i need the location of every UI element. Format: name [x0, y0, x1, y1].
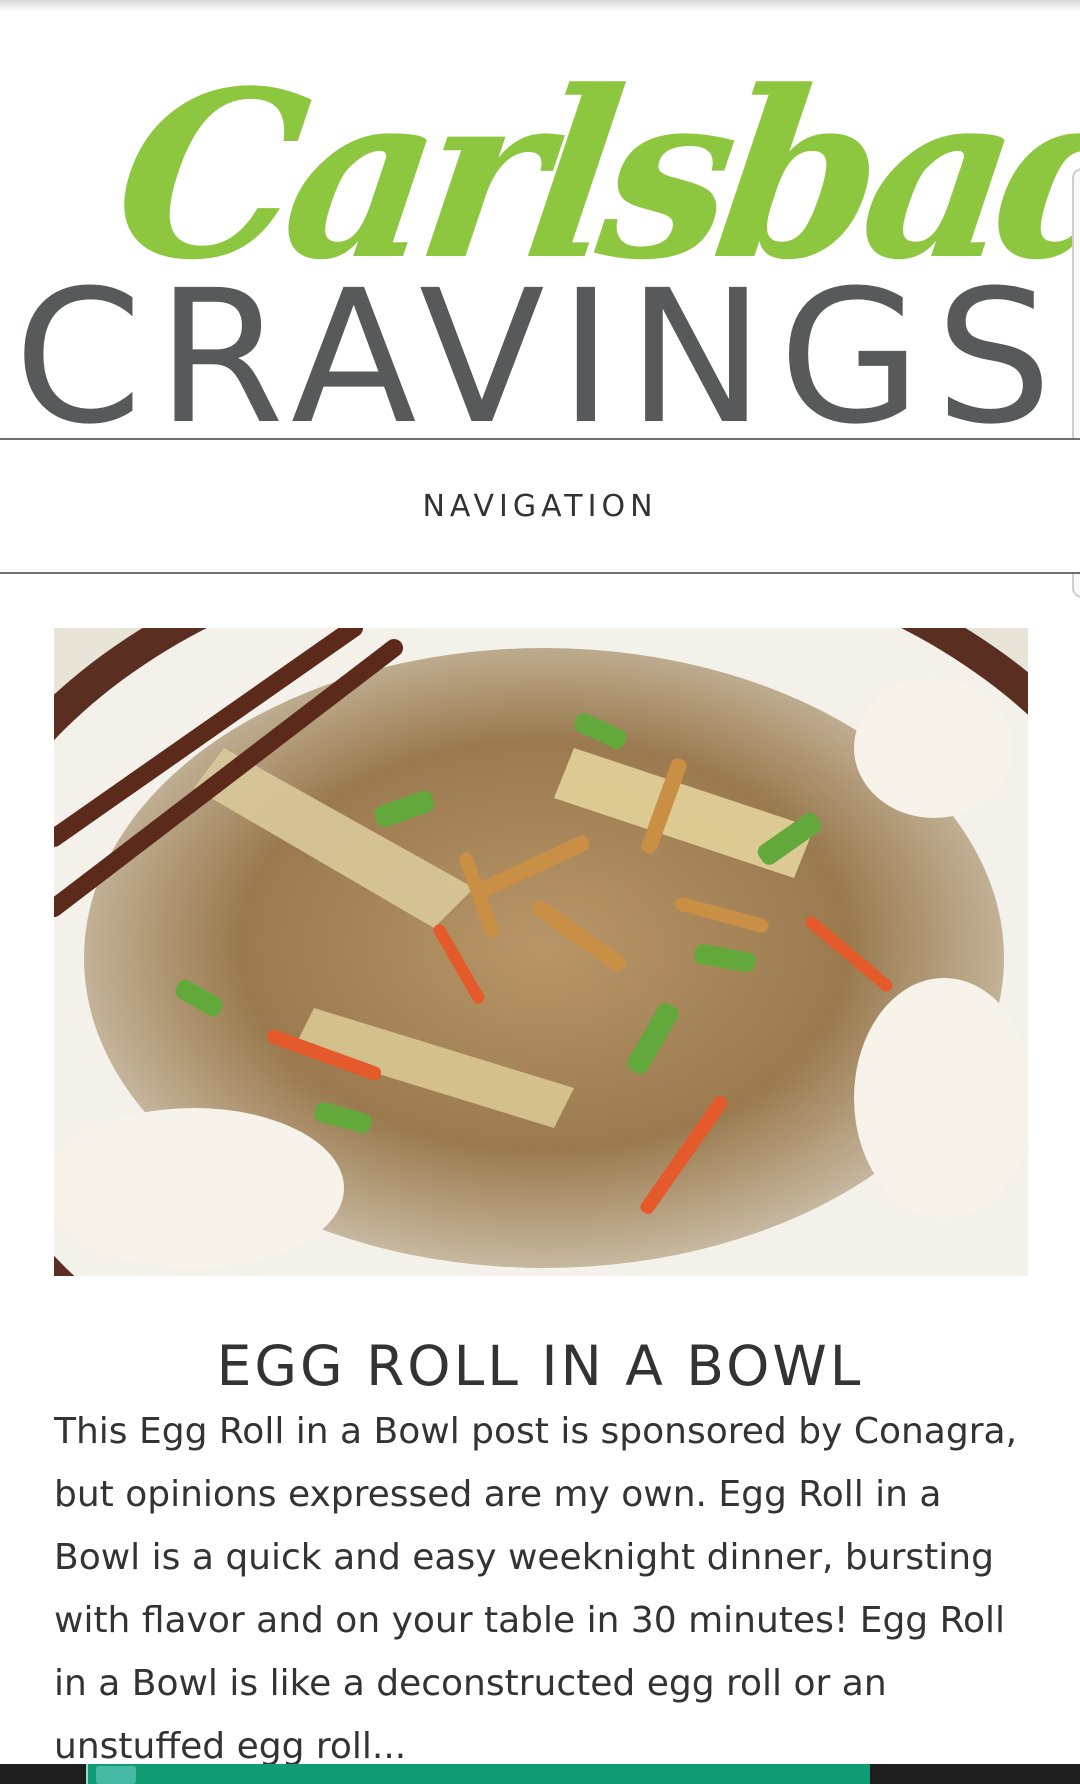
navigation-label: NAVIGATION	[422, 488, 658, 524]
ad-banner[interactable]	[86, 1764, 870, 1784]
navigation-menu-toggle[interactable]: NAVIGATION	[0, 438, 1080, 574]
featured-image[interactable]	[54, 628, 1028, 1276]
egg-roll-bowl-image	[54, 628, 1028, 1276]
logo-word-text: CRAVINGS	[13, 251, 1067, 465]
site-logo[interactable]: Carlsbad CRAVINGS	[0, 18, 1080, 458]
ad-choices-icon[interactable]	[96, 1766, 136, 1784]
post-title[interactable]: EGG ROLL IN A BOWL	[0, 1334, 1080, 1398]
top-shadow	[0, 0, 1080, 12]
post-excerpt: This Egg Roll in a Bowl post is sponsore…	[54, 1411, 1018, 1767]
